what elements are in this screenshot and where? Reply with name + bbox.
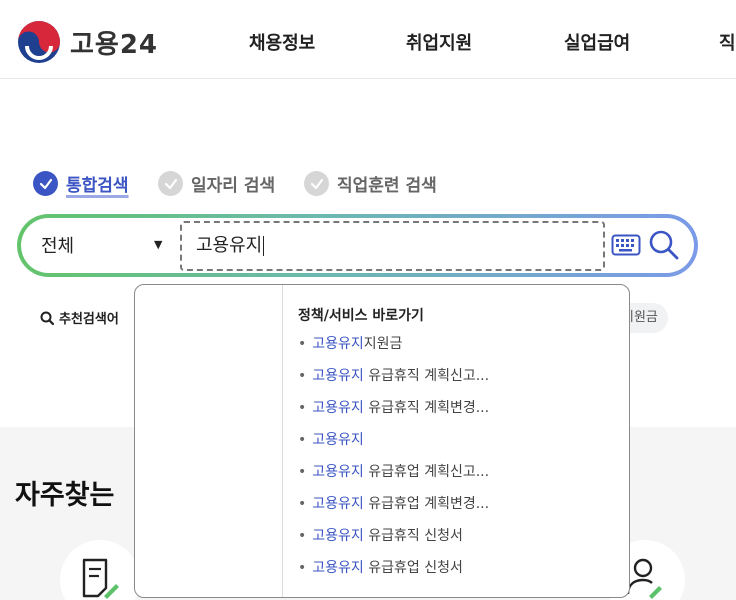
nav-unemployment-benefits[interactable]: 실업급여 [564, 29, 630, 55]
suggestion-item[interactable]: • 고용유지 유급휴직 계획변경... [298, 397, 489, 417]
text-caret [263, 236, 265, 256]
tab-label: 통합검색 [66, 176, 129, 196]
search-icon [40, 311, 54, 325]
suggestion-item[interactable]: • 고용유지 유급휴직 신청서 [298, 525, 463, 545]
suggestion-item[interactable]: • 고용유지 유급휴직 계획신고... [298, 365, 489, 385]
check-circle-icon [158, 171, 183, 196]
recommended-searches: 추천검색어 [40, 308, 119, 327]
search-query: 고용유지 [196, 235, 263, 256]
logo-text[interactable]: 고용24 [70, 24, 158, 61]
taegeuk-logo-icon[interactable] [17, 20, 61, 64]
search-input[interactable]: 고용유지 [180, 221, 605, 271]
check-circle-icon [304, 171, 329, 196]
tab-job-search[interactable]: 일자리 검색 [158, 171, 275, 196]
autocomplete-dropdown: 정책/서비스 바로가기 • 고용유지지원금 • 고용유지 유급휴직 계획신고... … [134, 284, 630, 598]
tab-label: 직업훈련 검색 [337, 176, 437, 196]
suggestion-item[interactable]: • 고용유지 유급휴업 신청서 [298, 557, 463, 577]
search-bar-inner: 전체 ▼ 고용유지 [21, 218, 694, 273]
check-circle-icon [33, 171, 58, 196]
recommended-label: 추천검색어 [59, 312, 119, 327]
caret-down-icon[interactable]: ▼ [154, 238, 162, 251]
dropdown-divider [282, 285, 283, 597]
search-icon[interactable] [648, 229, 680, 261]
faq-title: 자주찾는 [15, 480, 115, 511]
site-header: 고용24 채용정보 취업지원 실업급여 직 [0, 0, 736, 79]
tab-integrated-search[interactable]: 통합검색 [33, 171, 129, 196]
suggestion-item[interactable]: • 고용유지지원금 [298, 333, 402, 353]
nav-employment-support[interactable]: 취업지원 [406, 29, 472, 55]
tab-training-search[interactable]: 직업훈련 검색 [304, 171, 437, 196]
dropdown-section-title: 정책/서비스 바로가기 [298, 308, 424, 324]
search-bar: 전체 ▼ 고용유지 [17, 214, 698, 277]
suggestion-item[interactable]: • 고용유지 [298, 429, 364, 449]
suggestion-item[interactable]: • 고용유지 유급휴업 계획신고... [298, 461, 489, 481]
scope-select[interactable]: 전체 [41, 232, 74, 258]
keyboard-icon[interactable] [611, 234, 641, 256]
tab-label: 일자리 검색 [191, 176, 276, 196]
nav-job-info[interactable]: 채용정보 [249, 29, 315, 55]
nav-item-partial[interactable]: 직 [719, 29, 736, 55]
suggestion-item[interactable]: • 고용유지 유급휴업 계획변경... [298, 493, 489, 513]
document-edit-icon [82, 558, 119, 599]
